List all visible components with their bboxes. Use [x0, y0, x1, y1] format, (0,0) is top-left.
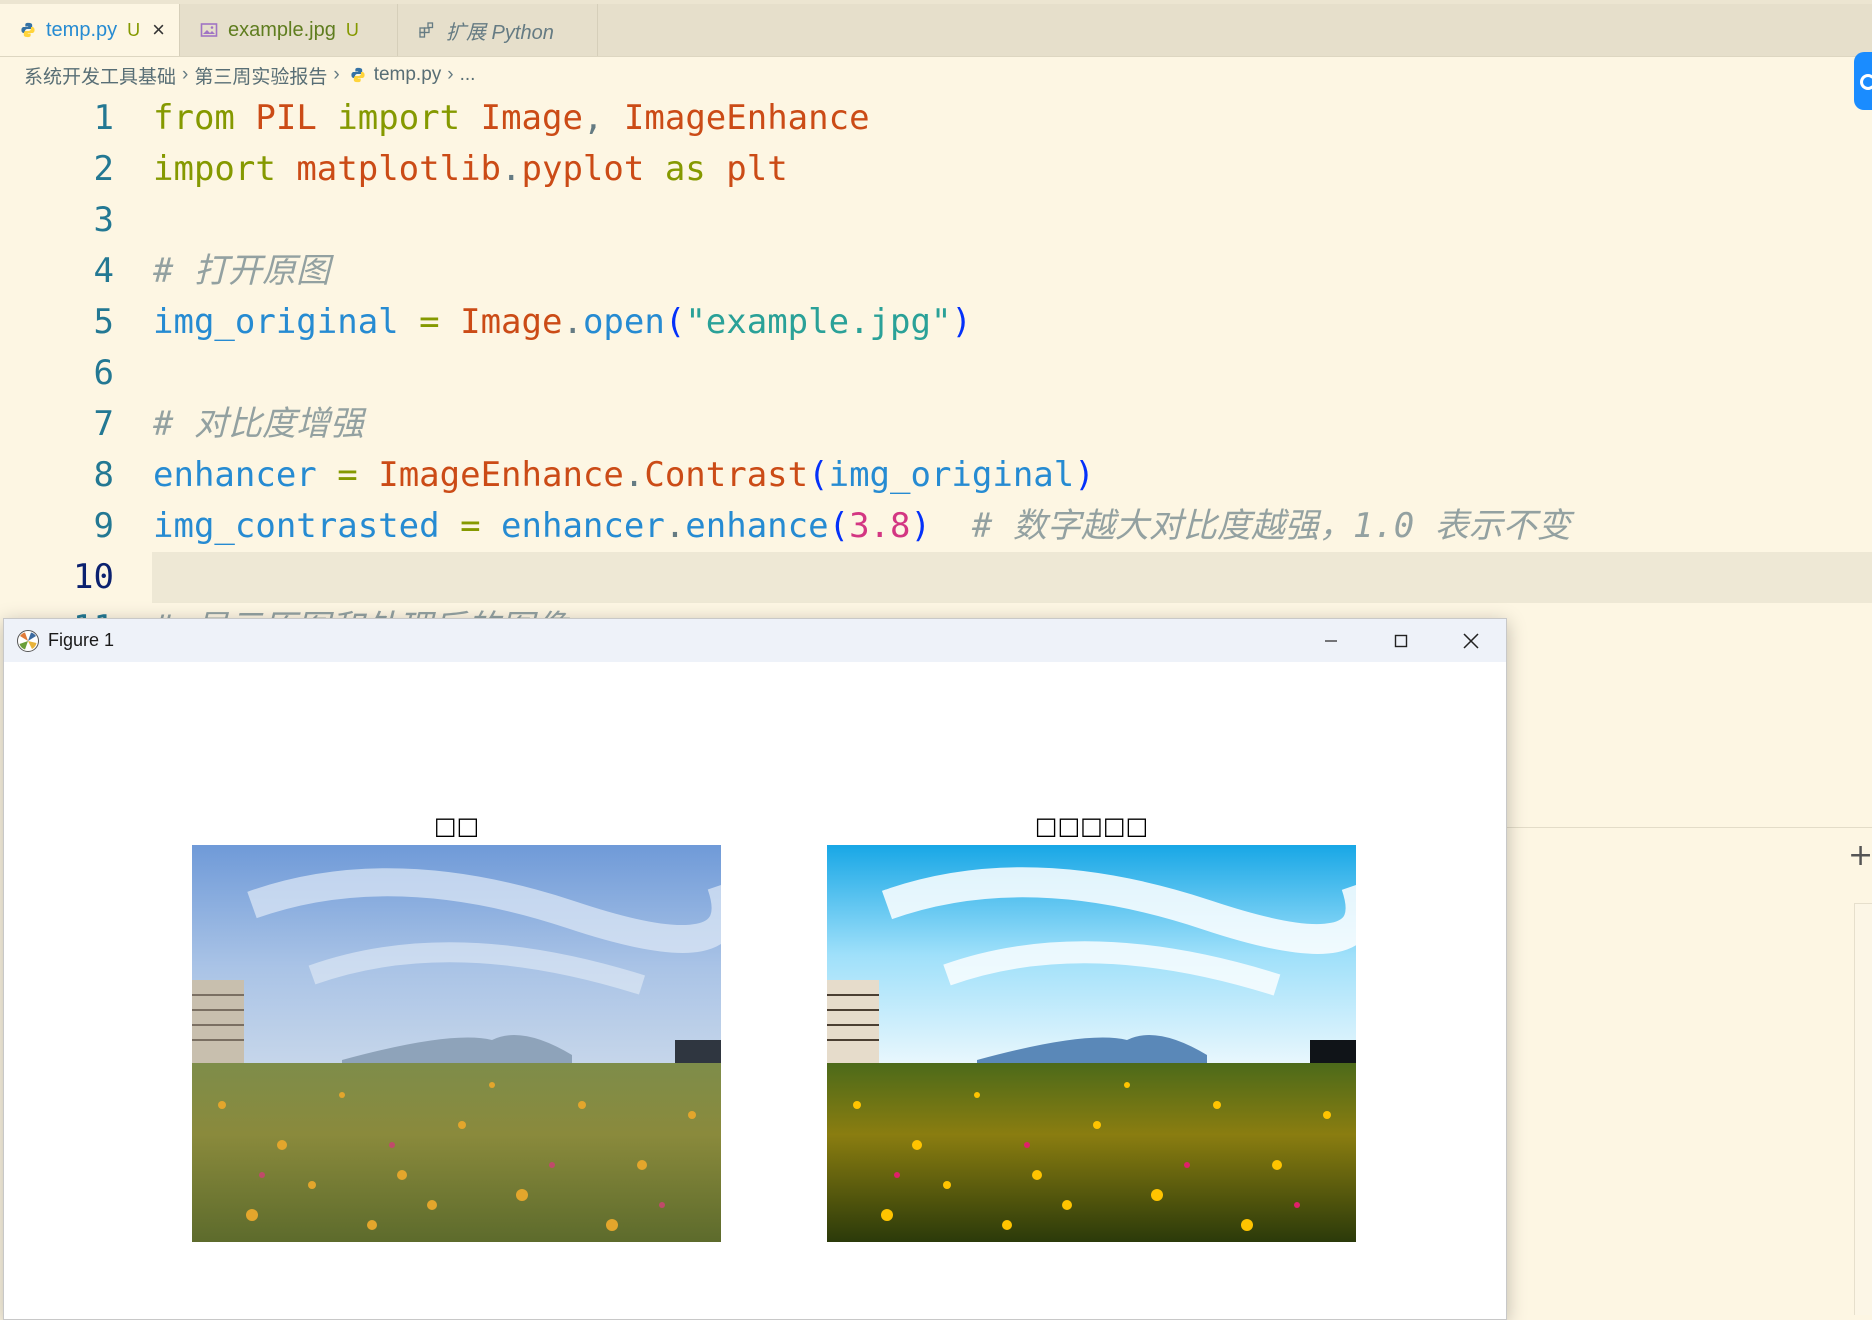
line-number: 10 [73, 557, 114, 597]
code-line: 5 img_original = Image.open("example.jpg… [0, 297, 1872, 348]
code-text[interactable]: from PIL import Image, ImageEnhance [153, 93, 870, 144]
minimize-button[interactable] [1296, 619, 1366, 662]
breadcrumb-folder[interactable]: 第三周实验报告 [194, 62, 327, 89]
code-line: 1 from PIL import Image, ImageEnhance [0, 93, 1872, 144]
code-text[interactable]: img_contrasted = enhancer.enhance(3.8) #… [153, 501, 1571, 552]
current-line-highlight [152, 552, 1872, 603]
contrasted-image [827, 845, 1356, 1242]
breadcrumb-symbols[interactable]: ... [460, 64, 476, 86]
untracked-badge: U [345, 19, 359, 40]
line-number: 3 [93, 200, 114, 240]
code-text[interactable]: import matplotlib.pyplot as plt [153, 144, 788, 195]
tab-extension-python[interactable]: 扩展 Python [398, 4, 598, 56]
figure-canvas: □□ □□□□□ [4, 662, 1506, 1319]
tab-temp-py[interactable]: temp.py U × [0, 4, 180, 56]
code-line: 9 img_contrasted = enhancer.enhance(3.8)… [0, 501, 1872, 552]
line-number: 9 [93, 506, 114, 546]
extensions-icon [419, 22, 434, 38]
chevron-right-icon: › [182, 64, 189, 85]
line-number: 5 [93, 302, 114, 342]
side-panel [1854, 903, 1872, 1315]
code-line: 3 [0, 195, 1872, 246]
python-icon [351, 67, 365, 83]
code-text[interactable]: img_original = Image.open("example.jpg") [153, 297, 972, 348]
copilot-button[interactable] [1854, 52, 1872, 110]
line-number: 7 [93, 404, 114, 444]
maximize-button[interactable] [1366, 619, 1436, 662]
code-line: 4 # 打开原图 [0, 246, 1872, 297]
window-title: Figure 1 [48, 630, 115, 650]
matplotlib-logo-icon [17, 630, 39, 652]
editor-tab-bar: temp.py U × example.jpg U 扩展 Python [0, 4, 1872, 57]
close-icon [1463, 632, 1479, 649]
panel-divider [1505, 827, 1872, 828]
close-tab-icon[interactable]: × [152, 17, 165, 43]
tab-label: 扩展 Python [446, 21, 554, 44]
code-line: 2 import matplotlib.pyplot as plt [0, 144, 1872, 195]
tab-label: temp.py [45, 18, 118, 41]
line-number: 1 [93, 98, 114, 138]
tab-label: example.jpg [228, 18, 336, 41]
breadcrumb-file[interactable]: temp.py [374, 64, 442, 86]
line-number: 2 [93, 149, 114, 189]
code-line: 7 # 对比度增强 [0, 399, 1872, 450]
breadcrumb: 系统开发工具基础 › 第三周实验报告 › temp.py › ... [24, 60, 475, 90]
code-text[interactable]: # 对比度增强 [153, 399, 364, 450]
subplot-title-original: □□ [433, 812, 480, 840]
close-window-button[interactable] [1436, 619, 1506, 662]
add-icon[interactable]: + [1848, 838, 1872, 873]
image-icon [200, 23, 218, 37]
matplotlib-figure-window[interactable]: Figure 1 □□ □□□□□ [3, 618, 1507, 1320]
line-number: 8 [93, 455, 114, 495]
line-number: 4 [93, 251, 114, 291]
window-titlebar[interactable]: Figure 1 [4, 619, 1506, 662]
python-icon [21, 22, 35, 38]
code-text[interactable]: enhancer = ImageEnhance.Contrast(img_ori… [153, 450, 1095, 501]
code-line: 6 [0, 348, 1872, 399]
current-code-line: 10 [0, 552, 1872, 603]
chevron-right-icon: › [333, 64, 340, 85]
original-image [192, 845, 721, 1242]
line-number: 6 [93, 353, 114, 393]
untracked-badge: U [127, 19, 141, 40]
maximize-icon [1394, 634, 1408, 647]
code-editor[interactable]: 1 from PIL import Image, ImageEnhance 2 … [0, 93, 1872, 648]
code-text[interactable]: # 打开原图 [153, 246, 330, 297]
subplot-title-contrasted: □□□□□ [1034, 812, 1149, 840]
breadcrumb-folder[interactable]: 系统开发工具基础 [24, 62, 176, 89]
minimize-icon [1325, 639, 1337, 642]
tab-example-jpg[interactable]: example.jpg U [180, 4, 398, 56]
code-line: 8 enhancer = ImageEnhance.Contrast(img_o… [0, 450, 1872, 501]
chevron-right-icon: › [447, 64, 454, 85]
